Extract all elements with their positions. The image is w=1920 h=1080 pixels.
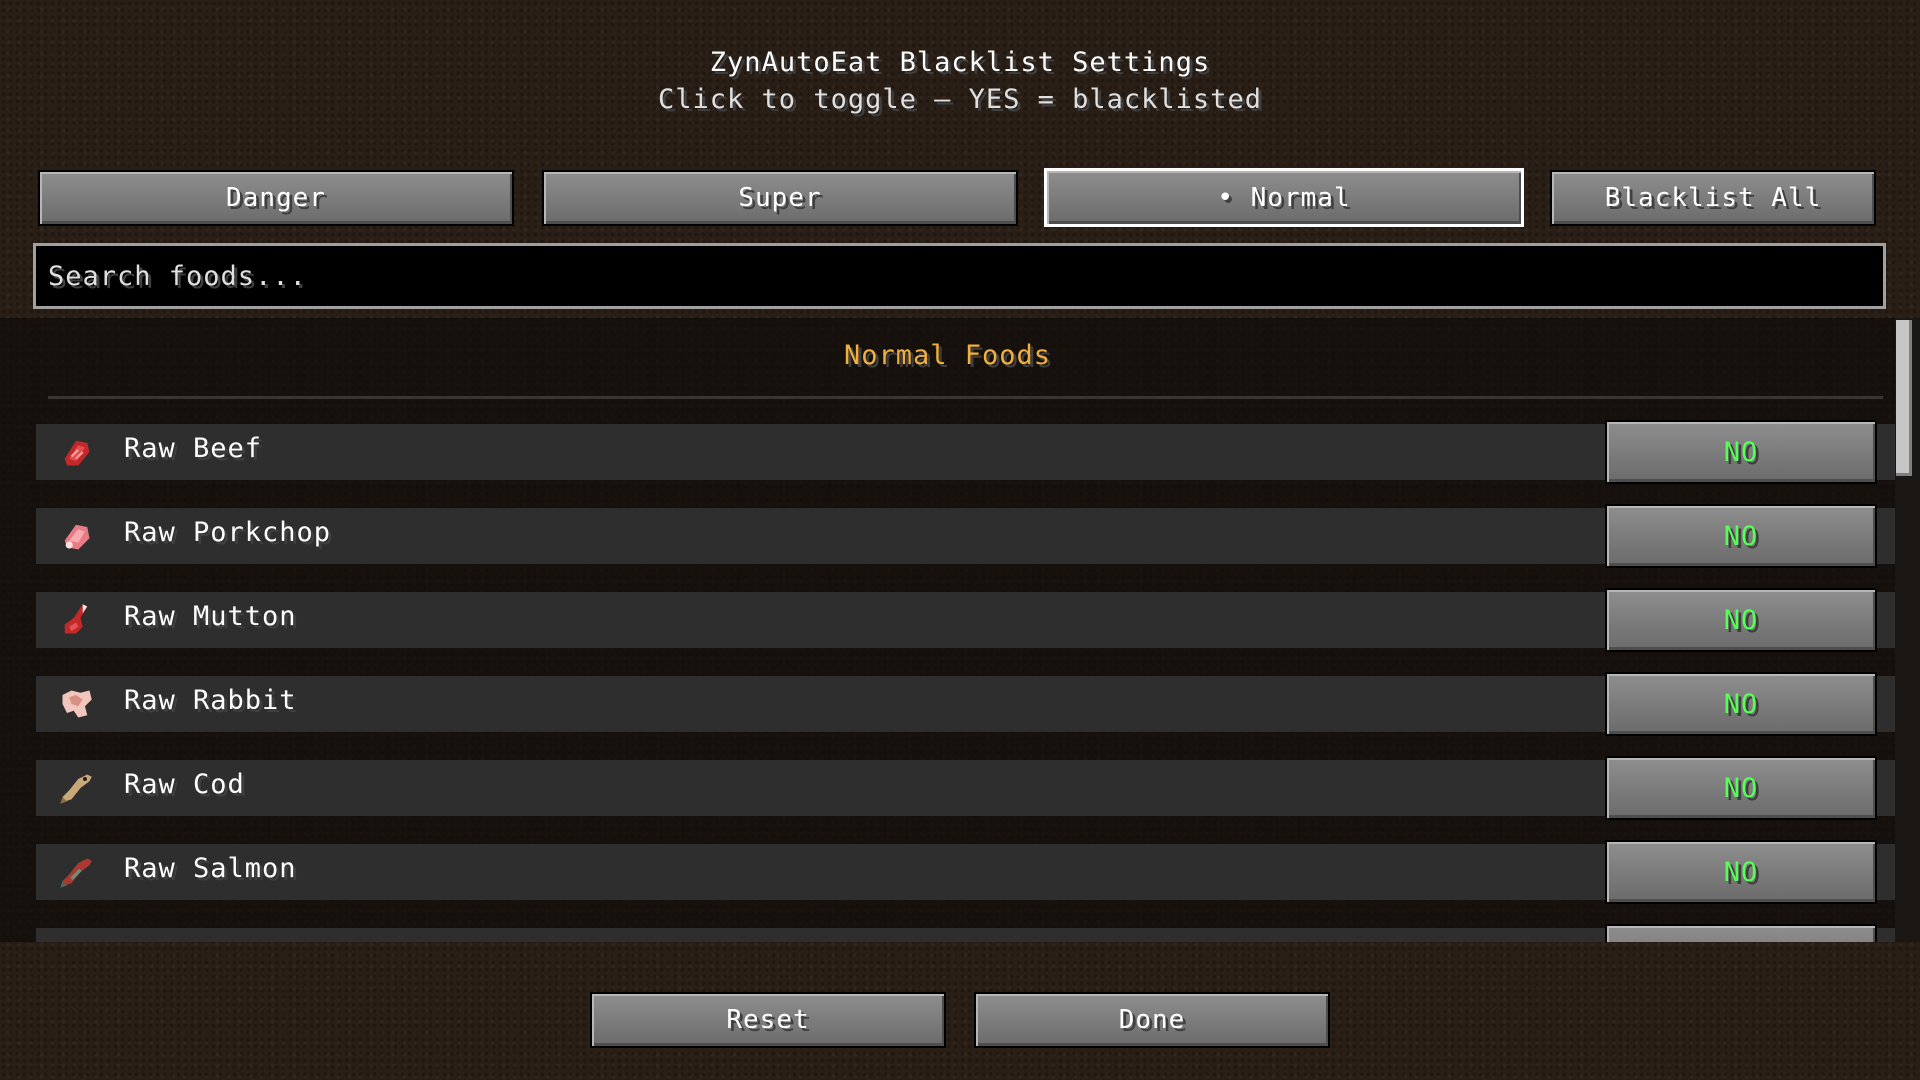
tab-super[interactable]: Super: [542, 170, 1018, 226]
tab-normal[interactable]: • Normal: [1044, 168, 1524, 227]
list-item: Raw Porkchop NO: [36, 504, 1895, 568]
toggle-button[interactable]: NO: [1605, 420, 1877, 484]
list-item-label: Raw Porkchop: [124, 517, 332, 548]
list-item-partial: [36, 924, 1895, 942]
toggle-button-partial[interactable]: [1605, 924, 1877, 942]
reset-button[interactable]: Reset: [590, 992, 946, 1048]
page-title: ZynAutoEat Blacklist Settings: [709, 47, 1211, 78]
toggle-button[interactable]: NO: [1605, 756, 1877, 820]
raw-beef-icon: [64, 440, 90, 466]
page-subtitle: Click to toggle — YES = blacklisted: [658, 84, 1262, 115]
list-item: Raw Cod NO: [36, 756, 1895, 820]
list-item: Raw Mutton NO: [36, 588, 1895, 652]
food-list[interactable]: Normal Foods Raw Beef NO Raw Porkchop NO…: [0, 318, 1920, 942]
section-divider: [48, 396, 1883, 399]
list-item-label: Raw Cod: [124, 769, 245, 800]
blacklist-all-button[interactable]: Blacklist All: [1550, 170, 1876, 226]
list-item: Raw Beef NO: [36, 420, 1895, 484]
done-button[interactable]: Done: [974, 992, 1330, 1048]
toggle-button[interactable]: NO: [1605, 672, 1877, 736]
raw-salmon-icon: [60, 858, 92, 888]
raw-rabbit-icon: [62, 690, 92, 718]
toggle-button[interactable]: NO: [1605, 840, 1877, 904]
list-item-label: Raw Beef: [124, 433, 263, 464]
raw-porkchop-icon: [64, 524, 90, 550]
tab-danger[interactable]: Danger: [38, 170, 514, 226]
raw-cod-icon: [60, 774, 92, 804]
toggle-button[interactable]: NO: [1605, 588, 1877, 652]
section-title: Normal Foods: [843, 340, 1052, 371]
raw-mutton-icon: [64, 604, 88, 634]
list-item-label: Raw Mutton: [124, 601, 297, 632]
list-item: Raw Salmon NO: [36, 840, 1895, 904]
scrollbar-thumb[interactable]: [1896, 320, 1912, 476]
toggle-button[interactable]: NO: [1605, 504, 1877, 568]
list-item-label: Raw Salmon: [124, 853, 297, 884]
list-item-label: Raw Rabbit: [124, 685, 297, 716]
list-item: Raw Rabbit NO: [36, 672, 1895, 736]
search-input[interactable]: Search foods...: [33, 243, 1886, 309]
